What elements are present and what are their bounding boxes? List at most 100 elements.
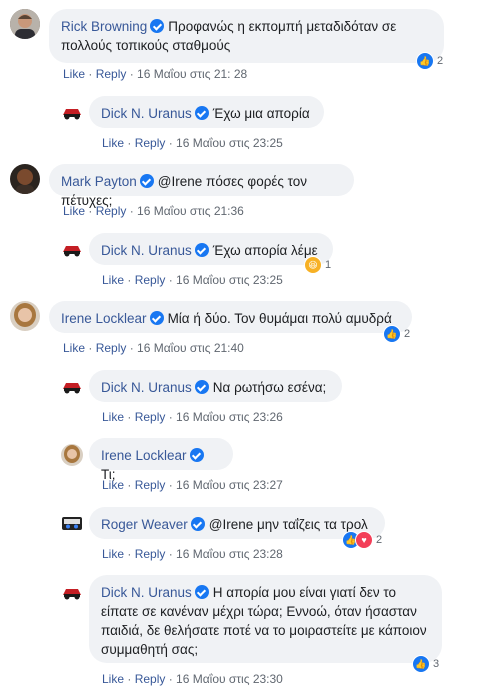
reaction-count: 3 [433,658,440,670]
avatar[interactable] [10,301,40,331]
cassette-icon [61,512,83,534]
like-link[interactable]: Like [102,672,124,686]
author-name[interactable]: Roger Weaver [101,517,188,532]
comment-actions: Like · Reply · 16 Μαΐου στις 23:25 [102,136,283,150]
avatar[interactable] [61,101,83,123]
reply-link[interactable]: Reply [96,341,127,355]
haha-reaction-icon: 😆 [304,256,322,274]
reply-link[interactable]: Reply [135,410,166,424]
reaction-count: 2 [437,55,444,67]
avatar[interactable] [61,375,83,397]
timestamp[interactable]: 16 Μαΐου στις 23:30 [176,672,283,686]
comment-bubble: Dick N. Uranus Να ρωτήσω εσένα; [89,370,342,402]
timestamp[interactable]: 16 Μαΐου στις 23:28 [176,547,283,561]
author-name[interactable]: Dick N. Uranus [101,585,192,600]
comment-actions: Like · Reply · 16 Μαΐου στις 23:27 [102,478,283,492]
comment-text: Έχω απορία λέμε [212,243,318,258]
comment-text: Να ρωτήσω εσένα; [212,380,327,395]
reply-link[interactable]: Reply [135,547,166,561]
person-photo-icon [10,9,40,39]
comment-bubble: Dick N. Uranus Η απορία μου είναι γιατί δ… [89,575,442,663]
verified-icon [150,19,165,33]
comment-bubble: Dick N. Uranus Έχω απορία λέμε [89,233,333,265]
verified-icon [194,243,209,257]
author-name[interactable]: Dick N. Uranus [101,380,192,395]
author-name[interactable]: Mark Payton [61,174,137,189]
verified-icon [149,311,164,325]
car-logo-icon [61,101,83,123]
like-link[interactable]: Like [102,410,124,424]
avatar[interactable] [10,9,40,39]
car-logo-icon [61,375,83,397]
avatar[interactable] [61,581,83,603]
verified-icon [190,517,205,531]
comment-actions: Like · Reply · 16 Μαΐου στις 23:25 [102,273,283,287]
reply-link[interactable]: Reply [96,204,127,218]
reply-link[interactable]: Reply [135,273,166,287]
verified-icon [194,106,209,120]
verified-icon [194,585,209,599]
author-name[interactable]: Irene Locklear [101,448,187,463]
reaction-summary[interactable]: 👍 3 [412,655,439,673]
author-name[interactable]: Rick Browning [61,19,147,34]
person-photo-icon [10,164,40,194]
verified-icon [139,174,154,188]
timestamp[interactable]: 16 Μαΐου στις 21:36 [137,204,244,218]
reaction-summary[interactable]: 👍 2 [416,52,443,70]
timestamp[interactable]: 16 Μαΐου στις 23:27 [176,478,283,492]
like-link[interactable]: Like [102,478,124,492]
comment-actions: Like · Reply · 16 Μαΐου στις 23:28 [102,547,283,561]
person-photo-icon [61,444,83,466]
like-reaction-icon: 👍 [383,325,401,343]
like-link[interactable]: Like [102,136,124,150]
reply-link[interactable]: Reply [135,136,166,150]
avatar[interactable] [61,444,83,466]
reaction-summary[interactable]: 👍 2 [383,325,410,343]
comment-actions: Like · Reply · 16 Μαΐου στις 21:40 [63,341,244,355]
comment-actions: Like · Reply · 16 Μαΐου στις 21:36 [63,204,244,218]
reply-link[interactable]: Reply [135,672,166,686]
verified-icon [189,448,204,462]
verified-icon [194,380,209,394]
timestamp[interactable]: 16 Μαΐου στις 23:26 [176,410,283,424]
reaction-count: 2 [376,534,383,546]
comment-actions: Like · Reply · 16 Μαΐου στις 23:26 [102,410,283,424]
comment-bubble: Rick Browning Προφανώς η εκπομπή μεταδιδό… [49,9,444,63]
reaction-count: 2 [404,328,411,340]
like-link[interactable]: Like [63,204,85,218]
reaction-count: 1 [325,259,332,271]
comment-text: Μία ή δύο. Τον θυμάμαι πολύ αμυδρά [167,311,392,326]
timestamp[interactable]: 16 Μαΐου στις 21: 28 [137,67,247,81]
timestamp[interactable]: 16 Μαΐου στις 21:40 [137,341,244,355]
avatar[interactable] [61,238,83,260]
like-link[interactable]: Like [63,341,85,355]
reply-link[interactable]: Reply [96,67,127,81]
author-name[interactable]: Dick N. Uranus [101,243,192,258]
person-photo-icon [10,301,40,331]
comment-actions: Like · Reply · 16 Μαΐου στις 21: 28 [63,67,248,81]
timestamp[interactable]: 16 Μαΐου στις 23:25 [176,273,283,287]
reply-link[interactable]: Reply [135,478,166,492]
comment-bubble: Irene Locklear Μία ή δύο. Τον θυμάμαι πολ… [49,301,412,333]
comment-bubble: Dick N. Uranus Έχω μια απορία [89,96,324,128]
comment-bubble: Irene LocklearΤι; [89,438,233,482]
like-link[interactable]: Like [102,547,124,561]
like-reaction-icon: 👍 [412,655,430,673]
comment-text: Έχω μια απορία [212,106,310,121]
reaction-summary[interactable]: 👍 ♥ 2 [342,531,382,549]
avatar[interactable] [10,164,40,194]
author-name[interactable]: Dick N. Uranus [101,106,192,121]
like-reaction-icon: 👍 [416,52,434,70]
car-logo-icon [61,238,83,260]
comment-bubble: Mark Payton @Irene πόσες φορές τον πέτυχε… [49,164,354,208]
comment-actions: Like · Reply · 16 Μαΐου στις 23:30 [102,672,283,686]
like-link[interactable]: Like [63,67,85,81]
reaction-summary[interactable]: 😆 1 [304,256,331,274]
comment-text: @Irene μην ταΐζεις τα τρολ [208,517,368,532]
car-logo-icon [61,581,83,603]
author-name[interactable]: Irene Locklear [61,311,147,326]
avatar[interactable] [61,512,83,534]
like-link[interactable]: Like [102,273,124,287]
comment-bubble: Roger Weaver @Irene μην ταΐζεις τα τρολ [89,507,385,539]
timestamp[interactable]: 16 Μαΐου στις 23:25 [176,136,283,150]
